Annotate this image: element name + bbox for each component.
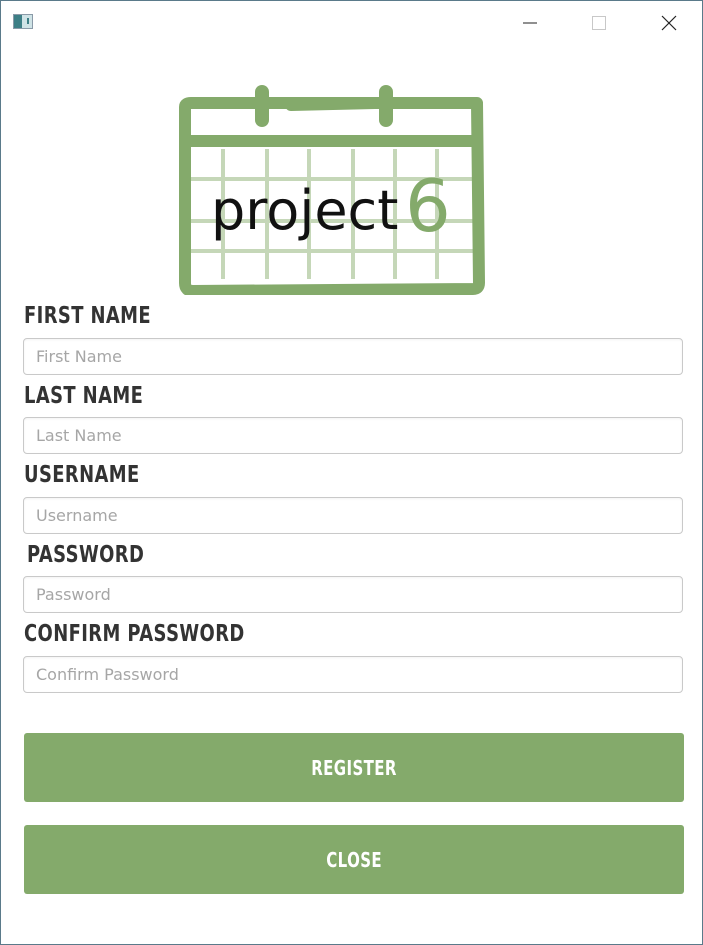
register-button[interactable]: REGISTER [24,733,684,802]
minimize-icon [523,22,537,24]
password-label: PASSWORD [27,542,145,568]
first-name-input[interactable] [23,338,683,375]
username-input[interactable] [23,497,683,534]
minimize-button[interactable] [507,1,553,45]
app-window-icon [13,14,33,29]
register-button-label: REGISTER [311,755,397,780]
password-input[interactable] [23,576,683,613]
registration-window: project 6 FIRST NAME LAST NAME USERNAME … [0,0,703,945]
close-button[interactable]: CLOSE [24,825,684,894]
confirm-password-input[interactable] [23,656,683,693]
close-window-button[interactable] [646,1,692,45]
maximize-button[interactable] [576,1,622,45]
username-label: USERNAME [24,462,140,488]
project6-logo: project 6 [179,85,485,295]
confirm-password-label: CONFIRM PASSWORD [24,621,245,647]
logo-accent-digit: 6 [405,164,451,248]
title-bar[interactable] [1,1,702,45]
last-name-label: LAST NAME [24,383,144,409]
logo-text: project [211,179,398,242]
close-button-label: CLOSE [326,847,382,872]
last-name-input[interactable] [23,417,683,454]
first-name-label: FIRST NAME [24,303,152,329]
maximize-icon [592,16,606,30]
close-icon [661,15,677,31]
